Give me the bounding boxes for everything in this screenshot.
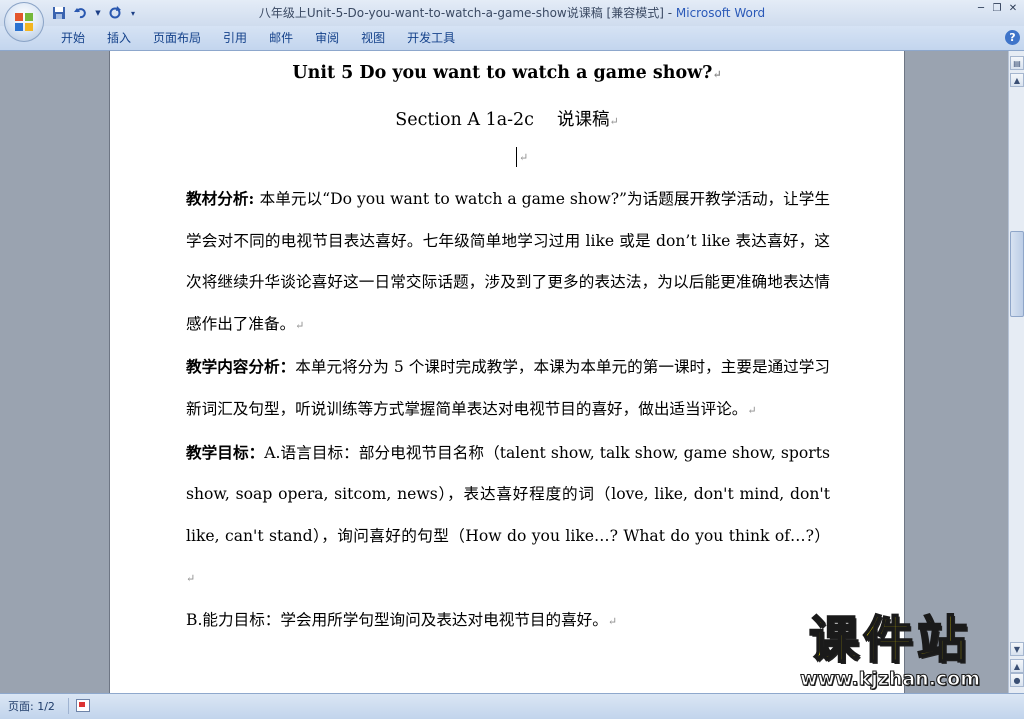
ruler-toggle-icon[interactable]: ▤ — [1010, 56, 1024, 70]
page-indicator[interactable]: 页面: 1/2 — [8, 698, 55, 714]
redo-icon[interactable] — [106, 4, 124, 22]
restore-icon[interactable]: ❐ — [990, 2, 1004, 16]
undo-dropdown-icon[interactable]: ▼ — [94, 4, 102, 22]
paragraph-text: B.能力目标：学会用所学句型询问及表达对电视节目的喜好。 — [186, 610, 608, 629]
paragraph-mark: ↵ — [712, 68, 722, 81]
paragraph-label: 教材分析 — [186, 189, 249, 208]
paragraph-content-analysis: 教学内容分析：本单元将分为 5 个课时完成教学，本课为本单元的第一课时，主要是通… — [186, 357, 830, 418]
window-controls: ─ ❐ ✕ — [974, 2, 1020, 16]
proofing-icon[interactable] — [76, 699, 90, 712]
document-workspace: Unit 5 Do you want to watch a game show?… — [0, 51, 1008, 693]
minimize-icon[interactable]: ─ — [974, 2, 988, 16]
document-body[interactable]: 教材分析: 本单元以“Do you want to watch a game s… — [186, 178, 830, 643]
paragraph-mark: ↵ — [186, 572, 196, 586]
status-bar: 页面: 1/2 — [0, 693, 1024, 719]
office-button[interactable] — [4, 2, 44, 42]
office-logo-icon — [15, 13, 33, 31]
text-cursor — [516, 147, 517, 167]
paragraph-text: A.语言目标：部分电视节目名称（talent show, talk show, … — [186, 443, 830, 545]
paragraph-mark: ↵ — [747, 403, 757, 417]
tab-view[interactable]: 视图 — [350, 26, 396, 50]
window-title: 八年级上Unit-5-Do-you-want-to-watch-a-game-s… — [0, 0, 1024, 26]
document-page[interactable]: Unit 5 Do you want to watch a game show?… — [110, 51, 904, 693]
tab-insert[interactable]: 插入 — [96, 26, 142, 50]
watermark-logo: 课件站 www.kjzhan.com — [770, 611, 1010, 696]
undo-icon[interactable] — [72, 4, 90, 22]
document-title-text: 八年级上Unit-5-Do-you-want-to-watch-a-game-s… — [258, 6, 676, 20]
document-subheading: Section A 1a-2c 说课稿↵ — [395, 110, 619, 130]
close-icon[interactable]: ✕ — [1006, 2, 1020, 16]
save-icon[interactable] — [50, 4, 68, 22]
help-icon[interactable]: ? — [1005, 30, 1020, 45]
browse-object-icon[interactable]: ● — [1010, 673, 1024, 687]
scrollbar-thumb[interactable] — [1010, 231, 1024, 317]
paragraph-mark: ↵ — [519, 151, 529, 164]
watermark-title: 课件站 — [808, 611, 971, 669]
paragraph-mark: ↵ — [607, 614, 618, 628]
scroll-down-icon[interactable]: ▼ — [1010, 642, 1024, 656]
title-bar: 八年级上Unit-5-Do-you-want-to-watch-a-game-s… — [0, 0, 1024, 26]
paragraph-teaching-objectives: 教学目标：A.语言目标：部分电视节目名称（talent show, talk s… — [186, 442, 830, 586]
paragraph-text: 本单元以“Do you want to watch a game show?”为… — [186, 190, 830, 333]
customize-toolbar-icon[interactable]: ▾ — [128, 4, 138, 22]
quick-access-toolbar: ▼ ▾ — [50, 3, 138, 23]
app-name: Microsoft Word — [675, 6, 766, 20]
tab-review[interactable]: 审阅 — [304, 26, 350, 50]
paragraph-label: 教学目标 — [186, 442, 249, 462]
ribbon-tab-bar: 开始 插入 页面布局 引用 邮件 审阅 视图 开发工具 ? — [0, 26, 1024, 51]
paragraph-mark: ↵ — [609, 115, 619, 128]
tab-page-layout[interactable]: 页面布局 — [142, 26, 212, 50]
paragraph-label: 教学内容分析 — [186, 357, 280, 377]
tab-mailings[interactable]: 邮件 — [258, 26, 304, 50]
previous-page-icon[interactable]: ▲ — [1010, 659, 1024, 673]
status-divider — [68, 698, 69, 714]
tab-home[interactable]: 开始 — [50, 26, 96, 50]
paragraph-ability-objective: B.能力目标：学会用所学句型询问及表达对电视节目的喜好。↵ — [186, 600, 830, 643]
paragraph-textbook-analysis: 教材分析: 本单元以“Do you want to watch a game s… — [186, 189, 830, 333]
document-heading: Unit 5 Do you want to watch a game show?… — [292, 63, 722, 83]
paragraph-mark: ↵ — [295, 318, 305, 332]
vertical-scrollbar[interactable]: ▤ ▲ ▼ ▲ ● — [1008, 51, 1024, 693]
tab-references[interactable]: 引用 — [212, 26, 258, 50]
watermark-url: www.kjzhan.com — [799, 668, 981, 691]
tab-developer[interactable]: 开发工具 — [396, 26, 466, 50]
scroll-up-icon[interactable]: ▲ — [1010, 73, 1024, 87]
